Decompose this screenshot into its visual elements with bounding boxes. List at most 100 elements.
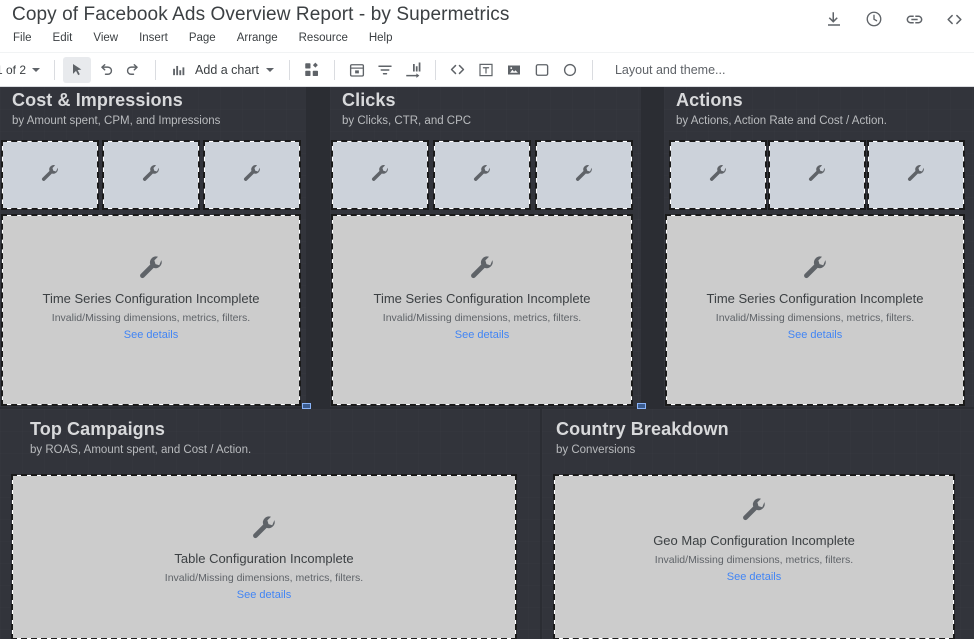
filter-control-button[interactable] xyxy=(371,57,399,83)
placeholder-description: Invalid/Missing dimensions, metrics, fil… xyxy=(654,554,854,566)
placeholder-title: Time Series Configuration Incomplete xyxy=(373,291,591,306)
scorecard-placeholder[interactable] xyxy=(768,140,866,210)
wrench-icon xyxy=(140,256,162,279)
time-series-chart-placeholder[interactable]: Time Series Configuration Incomplete Inv… xyxy=(665,214,965,406)
see-details-link[interactable]: See details xyxy=(237,589,291,601)
image-icon xyxy=(507,65,520,74)
panel-subtitle: by Amount spent, CPM, and Impressions xyxy=(12,115,221,127)
time-series-chart-placeholder[interactable]: Time Series Configuration Incomplete Inv… xyxy=(331,214,633,406)
placeholder-description: Invalid/Missing dimensions, metrics, fil… xyxy=(715,312,915,324)
toolbar-divider xyxy=(155,59,157,80)
see-details-link[interactable]: See details xyxy=(788,329,842,341)
report-canvas[interactable]: Cost & Impressions by Amount spent, CPM,… xyxy=(0,87,974,639)
share-link-icon[interactable] xyxy=(904,9,924,29)
cursor-icon xyxy=(73,63,82,75)
scorecard-placeholder[interactable] xyxy=(203,140,301,210)
toolbar: 1 of 2 xyxy=(0,52,974,86)
circle-button[interactable] xyxy=(556,57,584,83)
community-visualizations-button[interactable] xyxy=(298,57,326,83)
rectangle-icon xyxy=(535,63,549,76)
table-chart-placeholder[interactable]: Table Configuration Incomplete Invalid/M… xyxy=(11,474,517,639)
panel-subtitle: by ROAS, Amount spent, and Cost / Action… xyxy=(30,444,252,456)
add-a-chart-button[interactable]: Add a chart xyxy=(164,58,281,81)
chevron-down-icon xyxy=(32,67,41,72)
toolbar-divider xyxy=(591,59,593,80)
menu-item-resource[interactable]: Resource xyxy=(297,31,350,45)
layout-and-theme-button[interactable]: Layout and theme... xyxy=(615,63,726,77)
bar-chart-icon xyxy=(173,65,185,76)
selection-handle[interactable] xyxy=(302,403,311,409)
image-button[interactable] xyxy=(500,57,528,83)
placeholder-description: Invalid/Missing dimensions, metrics, fil… xyxy=(51,312,251,324)
menu-item-help[interactable]: Help xyxy=(367,31,395,45)
panel-subtitle: by Clicks, CTR, and CPC xyxy=(342,115,472,127)
wrench-icon xyxy=(473,165,490,181)
text-box-icon xyxy=(479,63,493,76)
panel-title: Actions xyxy=(676,90,743,110)
page-selector-label: 1 of 2 xyxy=(0,62,27,77)
wrench-icon xyxy=(575,165,592,181)
menu-bar: File Edit View Insert Page Arrange Resou… xyxy=(11,31,395,45)
panel-title: Cost & Impressions xyxy=(12,90,183,110)
embed-content-button[interactable] xyxy=(444,57,472,83)
page-title[interactable]: Copy of Facebook Ads Overview Report - b… xyxy=(12,4,510,26)
placeholder-description: Invalid/Missing dimensions, metrics, fil… xyxy=(382,312,582,324)
add-a-chart-label: Add a chart xyxy=(195,62,259,77)
toolbar-divider xyxy=(434,59,436,80)
looker-studio-editor: Copy of Facebook Ads Overview Report - b… xyxy=(0,0,974,639)
wrench-icon xyxy=(471,256,493,279)
panel-title: Clicks xyxy=(342,90,396,110)
menu-item-arrange[interactable]: Arrange xyxy=(235,31,280,45)
menu-item-insert[interactable]: Insert xyxy=(137,31,170,45)
app-header: Copy of Facebook Ads Overview Report - b… xyxy=(0,0,974,87)
scorecard-placeholder[interactable] xyxy=(331,140,429,210)
toolbar-divider xyxy=(333,59,335,80)
scorecard-placeholder[interactable] xyxy=(669,140,767,210)
code-brackets-icon xyxy=(451,64,465,75)
page-selector[interactable]: 1 of 2 xyxy=(0,60,46,80)
see-details-link[interactable]: See details xyxy=(727,571,781,583)
placeholder-title: Time Series Configuration Incomplete xyxy=(42,291,260,306)
wrench-icon xyxy=(41,165,58,181)
time-series-chart-placeholder[interactable]: Time Series Configuration Incomplete Inv… xyxy=(1,214,301,406)
version-history-icon[interactable] xyxy=(864,9,884,29)
panel-title: Top Campaigns xyxy=(30,419,165,439)
toolbar-divider xyxy=(288,59,290,80)
geo-map-chart-placeholder[interactable]: Geo Map Configuration Incomplete Invalid… xyxy=(553,474,955,639)
scorecard-placeholder[interactable] xyxy=(1,140,99,210)
menu-item-file[interactable]: File xyxy=(11,31,34,45)
wrench-icon xyxy=(243,165,260,181)
chevron-down-icon xyxy=(265,67,274,72)
wrench-icon xyxy=(142,165,159,181)
filter-icon xyxy=(378,65,392,74)
panel-subtitle: by Conversions xyxy=(556,444,636,456)
undo-button[interactable] xyxy=(91,57,119,83)
menu-item-view[interactable]: View xyxy=(91,31,120,45)
menu-item-edit[interactable]: Edit xyxy=(51,31,75,45)
wrench-icon xyxy=(709,165,726,181)
wrench-icon xyxy=(907,165,924,181)
panel-subtitle: by Actions, Action Rate and Cost / Actio… xyxy=(676,115,887,127)
circle-icon xyxy=(563,63,577,76)
redo-icon xyxy=(126,64,138,75)
see-details-link[interactable]: See details xyxy=(455,329,509,341)
text-box-button[interactable] xyxy=(472,57,500,83)
scorecard-placeholder[interactable] xyxy=(535,140,633,210)
date-range-control-button[interactable] xyxy=(343,57,371,83)
data-control-button[interactable] xyxy=(399,57,427,83)
scorecard-placeholder[interactable] xyxy=(433,140,531,210)
rectangle-button[interactable] xyxy=(528,57,556,83)
select-tool-button[interactable] xyxy=(63,56,92,83)
scorecard-placeholder[interactable] xyxy=(867,140,965,210)
placeholder-description: Invalid/Missing dimensions, metrics, fil… xyxy=(164,572,364,584)
placeholder-title: Geo Map Configuration Incomplete xyxy=(653,533,855,548)
embed-code-icon[interactable] xyxy=(944,9,964,29)
see-details-link[interactable]: See details xyxy=(124,329,178,341)
selection-handle[interactable] xyxy=(637,403,646,409)
scorecard-placeholder[interactable] xyxy=(102,140,200,210)
redo-button[interactable] xyxy=(119,57,147,83)
placeholder-title: Time Series Configuration Incomplete xyxy=(706,291,924,306)
download-icon[interactable] xyxy=(824,9,844,29)
header-actions xyxy=(824,9,964,29)
menu-item-page[interactable]: Page xyxy=(187,31,218,45)
